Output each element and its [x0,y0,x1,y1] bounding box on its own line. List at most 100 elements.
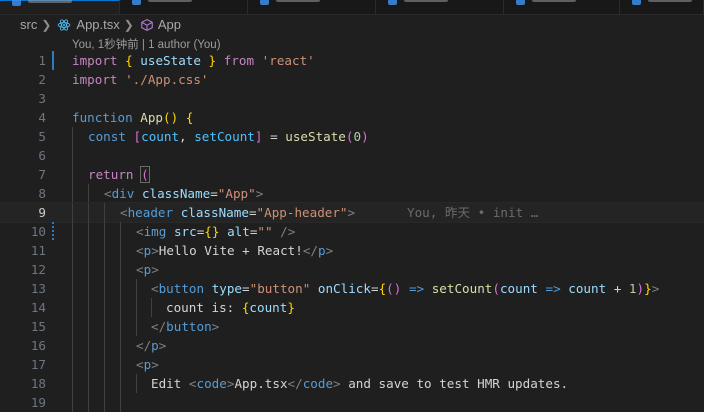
indent-guide [120,355,121,374]
code-text: </button> [151,319,220,334]
indent-guide [88,298,89,317]
indent-guide [72,222,73,241]
line-number: 9 [38,205,46,220]
line-number: 11 [30,243,46,258]
code-text: <img src={} alt="" /> [136,224,296,239]
indent-guide [72,374,73,393]
indent-guide [72,393,73,412]
indent-guide [72,355,73,374]
git-modified-indicator [52,51,54,70]
code-text: <div className="App"> [104,186,264,201]
indent-guide [72,184,73,203]
code-line: 4 function App() { [0,108,704,127]
code-line: 13 <button type="button" onClick={() => … [0,279,704,298]
indent-guide [136,317,137,336]
code-line: 6 [0,146,704,165]
code-line: 5 const [count, setCount] = useState(0) [0,127,704,146]
indent-guide [120,336,121,355]
line-number: 17 [30,357,46,372]
line-number: 1 [38,53,46,68]
indent-guide [88,355,89,374]
indent-guide [88,260,89,279]
line-number: 13 [30,281,46,296]
indent-guide [104,355,105,374]
tab-label [404,0,448,2]
code-text: Edit <code>App.tsx</code> and save to te… [151,376,569,391]
tab-label [28,0,72,3]
line-number: 4 [38,110,46,125]
git-blame-codelens[interactable]: You, 1秒钟前 | 1 author (You) [72,36,221,52]
line-number: 6 [38,148,46,163]
indent-guide [104,279,105,298]
code-text: count is: {count} [166,300,295,315]
indent-guide [151,298,152,317]
tab-5[interactable] [504,0,620,14]
file-icon [132,0,141,5]
code-text: <p>Hello Vite + React!</p> [136,243,334,258]
code-text: <p> [136,262,159,277]
code-line: 14 count is: {count} [0,298,704,317]
indent-guide [88,393,89,412]
code-text: const [count, setCount] = useState(0) [88,129,369,144]
code-text: <header className="App-header"> [120,205,356,220]
tab-bar [0,0,704,15]
tab-4[interactable] [376,0,504,14]
cube-icon [141,18,153,31]
line-number: 5 [38,129,46,144]
indent-guide [120,260,121,279]
indent-guide [72,127,73,146]
tab-label [532,0,576,2]
indent-guide [72,279,73,298]
indent-guide [72,203,73,222]
indent-guide [104,393,105,412]
code-text: function App() { [72,110,194,125]
indent-guide [104,317,105,336]
line-number: 12 [30,262,46,277]
breadcrumb-file[interactable]: App.tsx [76,17,119,32]
breadcrumb-symbol[interactable]: App [158,17,181,32]
code-text: </p> [136,338,167,353]
code-line: 11 <p>Hello Vite + React!</p> [0,241,704,260]
code-line: 1 import { useState } from 'react' [0,51,704,70]
indent-guide [72,317,73,336]
code-line-current: 9 <header className="App-header"> You, 昨… [0,202,704,223]
file-icon [260,0,269,5]
code-editor[interactable]: 1 import { useState } from 'react' 2 imp… [0,51,704,412]
breadcrumb-folder[interactable]: src [20,17,37,32]
tab-app-tsx[interactable] [0,0,120,14]
indent-guide [136,279,137,298]
code-text: import './App.css' [72,72,209,87]
react-icon [12,0,21,6]
inline-git-blame[interactable]: You, 昨天 • init … [407,203,538,222]
code-line: 10 <img src={} alt="" /> [0,222,704,241]
indent-guide [120,241,121,260]
indent-guide [72,336,73,355]
indent-guide [120,317,121,336]
code-text: <p> [136,357,159,372]
chevron-right-icon: ❯ [123,17,134,32]
indent-guide [104,298,105,317]
tab-3[interactable] [248,0,376,14]
tab-label [648,0,692,2]
indent-guide [88,374,89,393]
indent-guide [72,146,73,165]
indent-guide [120,222,121,241]
tab-label [276,0,320,2]
indent-guide [72,260,73,279]
indent-guide [88,184,89,203]
indent-guide [120,393,121,412]
tab-2[interactable] [120,0,248,14]
code-line: 2 import './App.css' [0,70,704,89]
line-number: 19 [30,395,46,410]
indent-guide [88,222,89,241]
line-number: 7 [38,167,46,182]
indent-guide [120,298,121,317]
indent-guide [104,374,105,393]
code-line: 15 </button> [0,317,704,336]
indent-guide [72,241,73,260]
line-number: 8 [38,186,46,201]
indent-guide [104,203,105,222]
line-number: 10 [30,224,46,239]
tab-6[interactable] [620,0,704,14]
line-number: 3 [38,91,46,106]
